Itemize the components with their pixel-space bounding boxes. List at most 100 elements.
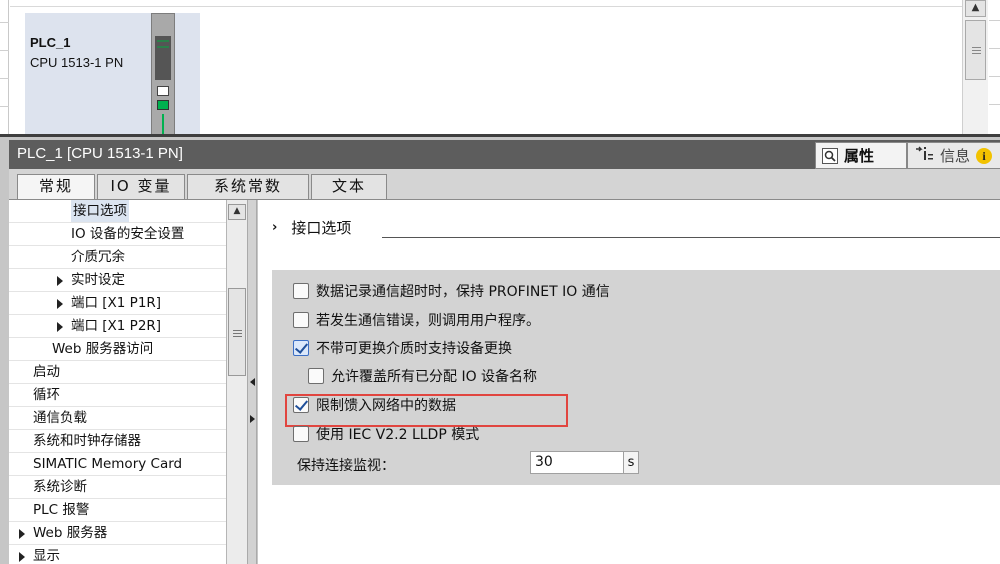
nav-item-label: 系统诊断 [33, 479, 87, 495]
nav-item-label: 启动 [33, 364, 60, 380]
nav-item-label: Web 服务器访问 [52, 341, 154, 357]
nav-item-label: 介质冗余 [71, 249, 125, 265]
option-label: 数据记录通信超时时，保持 PROFINET IO 通信 [316, 284, 610, 300]
nav-item-label: 接口选项 [71, 200, 129, 222]
nav-item-label: Web 服务器 [33, 525, 108, 541]
inspector-title: PLC_1 [CPU 1513-1 PN] [17, 145, 183, 162]
expand-arrow-icon[interactable] [57, 299, 63, 309]
nav-item-label: 通信负载 [33, 410, 87, 426]
led-bar [157, 40, 169, 42]
option-label: 限制馈入网络中的数据 [316, 398, 456, 414]
keepalive-input[interactable]: 30 [530, 451, 624, 474]
nav-item-label: 循环 [33, 387, 60, 403]
checkbox[interactable] [293, 340, 309, 356]
led-bar [157, 46, 169, 48]
scrollbar-thumb[interactable] [228, 288, 246, 376]
subtab-bar: 常规 IO 变量 系统常数 文本 [9, 169, 1000, 200]
subtab-texts[interactable]: 文本 [311, 174, 387, 199]
section-divider [382, 237, 1000, 238]
properties-tab[interactable]: 属性 [815, 142, 907, 169]
nav-item[interactable]: 系统诊断 [9, 476, 226, 499]
plc-device-box[interactable]: PLC_1 CPU 1513-1 PN [25, 13, 200, 136]
nav-item[interactable]: PLC 报警 [9, 499, 226, 522]
info-tab[interactable]: 信息 i [907, 142, 1000, 169]
port-icon [157, 86, 169, 96]
keepalive-label: 保持连接监视： [297, 458, 395, 474]
profinet-port-icon[interactable] [157, 100, 169, 110]
properties-icon [822, 147, 838, 164]
canvas-border [10, 6, 962, 7]
option-lldp-mode[interactable]: 使用 IEC V2.2 LLDP 模式 [293, 424, 479, 444]
nav-item[interactable]: 实时设定 [9, 269, 226, 292]
inspector-window: PLC_1 [CPU 1513-1 PN] 属性 信息 i 常规 IO 变量 系… [0, 134, 1000, 564]
network-wire [162, 114, 164, 136]
chevron-right-icon: › [272, 220, 278, 235]
device-view: PLC_1 CPU 1513-1 PN ▲ [0, 0, 1000, 136]
nav-item[interactable]: Web 服务器访问 [9, 338, 226, 361]
properties-tab-label: 属性 [844, 147, 875, 165]
options-group: 数据记录通信超时时，保持 PROFINET IO 通信 若发生通信错误，则调用用… [272, 270, 1000, 485]
device-view-scrollbar[interactable]: ▲ [962, 0, 988, 136]
nav-item-label: 显示 [33, 548, 60, 564]
expand-right-icon[interactable] [250, 415, 255, 423]
cpu-display [155, 36, 171, 80]
info-icon: i [976, 147, 993, 164]
scroll-up-button[interactable]: ▲ [228, 204, 246, 220]
subtab-general[interactable]: 常规 [17, 174, 95, 200]
left-toolbar-strip [0, 0, 9, 136]
option-keep-profinet[interactable]: 数据记录通信超时时，保持 PROFINET IO 通信 [293, 281, 610, 301]
plc-type: CPU 1513-1 PN [30, 55, 124, 70]
nav-item[interactable]: 循环 [9, 384, 226, 407]
nav-item-label: 实时设定 [71, 272, 125, 288]
right-toolbar-strip [989, 0, 1000, 136]
nav-item[interactable]: 端口 [X1 P2R] [9, 315, 226, 338]
section-title: 接口选项 [291, 219, 352, 237]
checkbox[interactable] [293, 426, 309, 442]
option-device-replacement[interactable]: 不带可更换介质时支持设备更换 [293, 338, 512, 358]
pane-splitter[interactable] [247, 200, 257, 564]
scroll-up-button[interactable]: ▲ [965, 0, 986, 17]
nav-item[interactable]: Web 服务器 [9, 522, 226, 545]
option-label: 不带可更换介质时支持设备更换 [316, 341, 512, 357]
nav-item[interactable]: 介质冗余 [9, 246, 226, 269]
option-limit-data-infeed[interactable]: 限制馈入网络中的数据 [293, 395, 456, 415]
nav-item-label: 端口 [X1 P1R] [71, 295, 162, 311]
checkbox[interactable] [293, 312, 309, 328]
option-label: 若发生通信错误，则调用用户程序。 [316, 313, 540, 329]
option-overwrite-device-names[interactable]: 允许覆盖所有已分配 IO 设备名称 [308, 366, 537, 386]
expand-arrow-icon[interactable] [19, 552, 25, 562]
nav-item[interactable]: 启动 [9, 361, 226, 384]
info-list-icon [914, 146, 934, 166]
scrollbar-thumb[interactable] [965, 20, 986, 80]
option-label: 使用 IEC V2.2 LLDP 模式 [316, 427, 480, 443]
checkbox[interactable] [293, 397, 309, 413]
collapse-left-icon[interactable] [250, 378, 255, 386]
option-label: 允许覆盖所有已分配 IO 设备名称 [331, 369, 538, 385]
nav-item-label: PLC 报警 [33, 502, 90, 518]
subtab-system-constants[interactable]: 系统常数 [187, 174, 309, 199]
expand-arrow-icon[interactable] [19, 529, 25, 539]
cpu-module-icon[interactable] [151, 13, 175, 136]
checkbox[interactable] [308, 368, 324, 384]
keepalive-unit: s [624, 451, 639, 474]
inspector-titlebar: PLC_1 [CPU 1513-1 PN] 属性 信息 i [9, 140, 1000, 169]
navigation-scrollbar[interactable]: ▲ [226, 200, 247, 564]
expand-arrow-icon[interactable] [57, 276, 63, 286]
expand-arrow-icon[interactable] [57, 322, 63, 332]
subtab-io-tags[interactable]: IO 变量 [97, 174, 185, 199]
nav-item[interactable]: IO 设备的安全设置 [9, 223, 226, 246]
option-call-user-program[interactable]: 若发生通信错误，则调用用户程序。 [293, 310, 540, 330]
nav-item[interactable]: SIMATIC Memory Card [9, 453, 226, 476]
nav-item[interactable]: 接口选项 [9, 200, 226, 223]
nav-item[interactable]: 通信负载 [9, 407, 226, 430]
nav-item-label: 系统和时钟存储器 [33, 433, 141, 449]
section-header[interactable]: › 接口选项 [272, 217, 351, 238]
nav-item[interactable]: 显示 [9, 545, 226, 564]
nav-item-label: 端口 [X1 P2R] [71, 318, 162, 334]
properties-content: › 接口选项 数据记录通信超时时，保持 PROFINET IO 通信 若发生通信… [258, 200, 1000, 564]
checkbox[interactable] [293, 283, 309, 299]
navigation-tree: 接口选项 IO 设备的安全设置介质冗余实时设定端口 [X1 P1R] 端口 [X1 … [9, 200, 226, 564]
plc-name: PLC_1 [30, 35, 71, 50]
nav-item[interactable]: 端口 [X1 P1R] [9, 292, 226, 315]
nav-item[interactable]: 系统和时钟存储器 [9, 430, 226, 453]
